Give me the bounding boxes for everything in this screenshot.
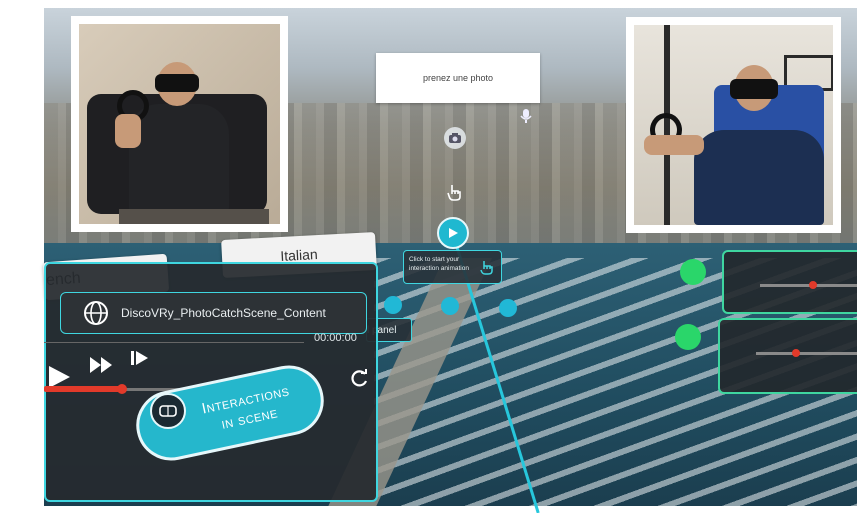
skip-icon — [131, 351, 148, 365]
interaction-tooltip: Click to start your interaction animatio… — [403, 250, 502, 284]
photo-prompt-label: prenez une photo — [422, 73, 494, 83]
user-photo-left — [71, 16, 288, 232]
globe-icon[interactable] — [83, 300, 109, 326]
hotspot-dot[interactable] — [441, 297, 459, 315]
slider-panel-1 — [722, 250, 857, 314]
hand-cursor-icon — [447, 183, 463, 201]
fast-forward-button[interactable] — [89, 356, 115, 378]
slider-knob[interactable] — [809, 281, 817, 289]
panel-title-bar: DiscoVRy_PhotoCatchScene_Content — [60, 292, 367, 334]
play-circle-button[interactable] — [437, 217, 469, 249]
vr-headset-icon — [150, 393, 186, 429]
loop-icon — [351, 369, 368, 387]
tooltip-text: Click to start your interaction animatio… — [409, 256, 469, 272]
loop-button[interactable] — [350, 368, 370, 392]
hand-cursor-icon — [480, 261, 493, 275]
status-dot-green[interactable] — [680, 259, 706, 285]
slider-panel-2 — [718, 318, 857, 394]
progress-knob[interactable] — [117, 384, 127, 394]
slider-track[interactable] — [756, 352, 857, 355]
camera-button[interactable] — [444, 127, 466, 149]
skip-button[interactable] — [130, 350, 150, 370]
photo-prompt-card: prenez une photo — [376, 53, 540, 103]
hotspot-dot[interactable] — [499, 299, 517, 317]
camera-icon — [449, 133, 461, 143]
time-display: 00:00:00 — [314, 332, 357, 344]
user-photo-right — [626, 17, 841, 233]
microphone-icon[interactable] — [519, 108, 533, 124]
divider — [44, 342, 304, 343]
play-icon — [449, 228, 458, 238]
content-title: DiscoVRy_PhotoCatchScene_Content — [121, 306, 326, 320]
slider-knob[interactable] — [792, 349, 800, 357]
status-dot-green[interactable] — [675, 324, 701, 350]
fast-forward-icon — [90, 357, 112, 373]
hotspot-dot[interactable] — [384, 296, 402, 314]
vr-headset-icon — [730, 79, 778, 99]
vr-headset-icon — [155, 74, 199, 92]
progress-fill — [44, 386, 122, 392]
